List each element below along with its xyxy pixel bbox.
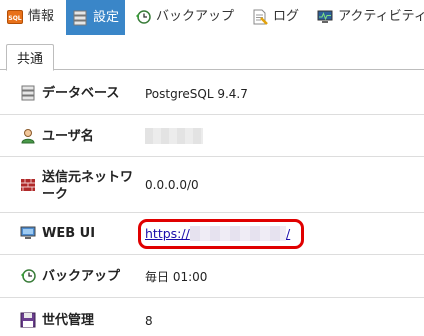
network-value: 0.0.0.0/0 [145, 178, 199, 192]
nav-item-backup[interactable]: バックアップ [129, 0, 240, 33]
database-value: PostgreSQL 9.4.7 [145, 87, 248, 101]
tab-common[interactable]: 共通 [6, 44, 54, 71]
nav-item-backup-label: バックアップ [156, 8, 235, 24]
username-label: ユーザ名 [42, 129, 94, 144]
webui-label: WEB UI [42, 226, 96, 241]
activity-monitor-icon [317, 9, 333, 25]
tab-common-label: 共通 [16, 52, 43, 67]
top-navigation: SQL 情報 設定 バックアップ ログ アクティビティ [0, 0, 424, 36]
webui-url-suffix[interactable]: / [286, 225, 290, 242]
sql-info-icon: SQL [7, 9, 23, 25]
row-database: データベース PostgreSQL 9.4.7 [0, 70, 424, 115]
nav-item-log-label: ログ [273, 8, 300, 24]
log-document-icon [252, 9, 268, 25]
settings-list: データベース PostgreSQL 9.4.7 ユーザ名 送信元ネットワ ーク [0, 70, 424, 336]
webui-url-link[interactable]: https:// [145, 225, 190, 242]
generations-label: 世代管理 [42, 313, 95, 328]
backup-value: 毎日 01:00 [145, 270, 208, 284]
nav-item-activity[interactable]: アクティビティ [311, 0, 424, 33]
webui-url-redacted [190, 226, 286, 241]
backup-label: バックアップ [42, 269, 121, 284]
nav-item-settings[interactable]: 設定 [66, 0, 126, 35]
row-username: ユーザ名 [0, 115, 424, 157]
nav-item-log[interactable]: ログ [246, 0, 305, 33]
generations-value: 8 [145, 314, 153, 328]
monitor-icon [20, 225, 36, 241]
floppy-disk-icon [20, 312, 36, 328]
row-backup: バックアップ 毎日 01:00 [0, 255, 424, 298]
database-label: データベース [42, 86, 120, 101]
webui-url-prefix: https:// [145, 226, 190, 241]
settings-server-icon [72, 10, 88, 26]
backup-clock-icon [20, 268, 36, 284]
row-source-network: 送信元ネットワ ーク 0.0.0.0/0 [0, 157, 424, 213]
backup-clock-icon [135, 9, 151, 25]
network-label-line2: ーク [42, 187, 69, 202]
username-value-redacted [145, 128, 203, 144]
database-icon [20, 85, 36, 101]
network-label-line1: 送信元ネットワ [42, 170, 134, 185]
svg-text:SQL: SQL [8, 15, 21, 22]
app-window: SQL 情報 設定 バックアップ ログ アクティビティ 共通 データベース Po… [0, 0, 424, 336]
nav-item-info-label: 情報 [28, 8, 55, 24]
user-icon [20, 128, 36, 144]
subtab-bar: 共通 [0, 36, 424, 71]
row-generations: 世代管理 8 [0, 298, 424, 336]
nav-item-activity-label: アクティビティ [338, 8, 424, 24]
nav-item-info[interactable]: SQL 情報 [0, 0, 60, 33]
nav-item-settings-label: 設定 [93, 9, 120, 25]
firewall-icon [20, 177, 36, 193]
